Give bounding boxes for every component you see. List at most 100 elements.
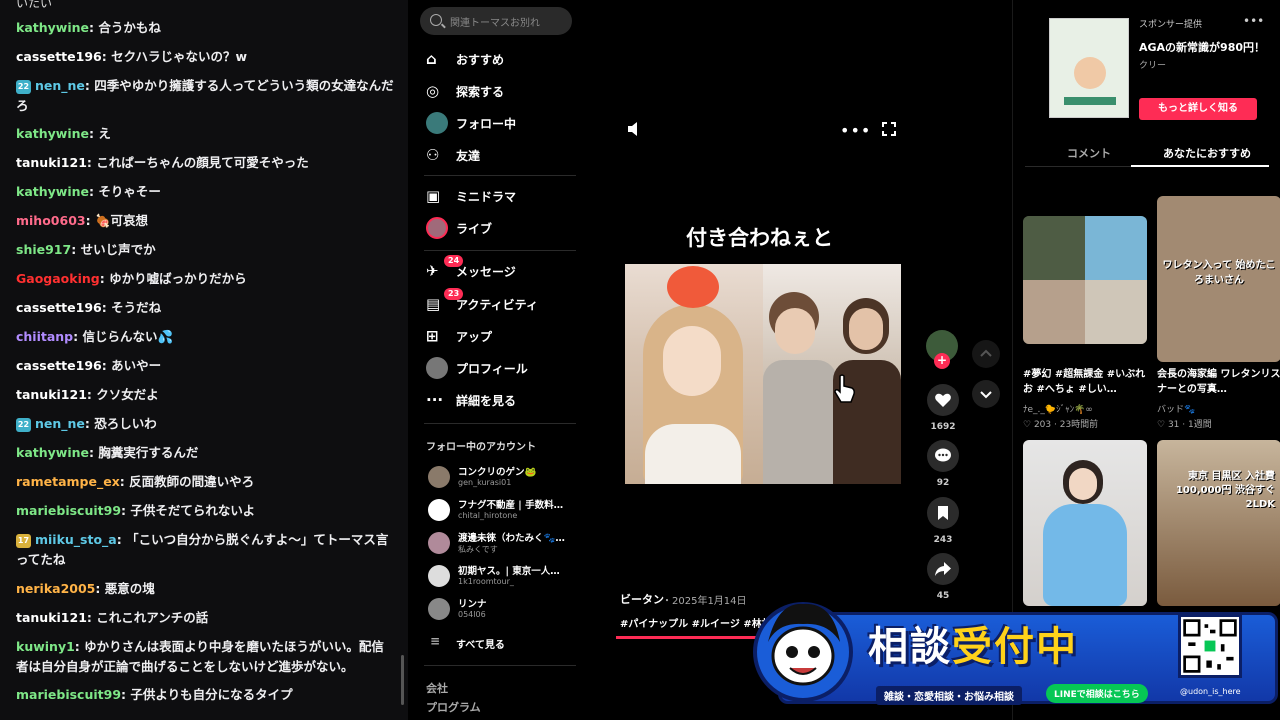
sidebar-divider [424, 665, 576, 666]
like-button[interactable]: 1692 [926, 384, 960, 432]
rec-thumbnail[interactable] [1023, 216, 1147, 344]
chat-username[interactable]: nerika2005 [16, 581, 95, 596]
chat-message: mariebiscuit99: 子供よりも自分になるタイプ [16, 685, 396, 705]
upload-icon: ⊞ [426, 327, 439, 345]
chat-message: Gaogaoking: ゆかり嘘ばっかりだから [16, 269, 396, 289]
chat-separator: : [95, 581, 105, 596]
chat-partial-line: いたい [16, 0, 53, 10]
sidebar-item[interactable]: ▣ ミニドラマ [424, 184, 574, 208]
rec-thumbnail[interactable]: 東京 目黒区 入社費 100,000円 渋谷すぐ 2LDK [1157, 440, 1280, 606]
chat-username[interactable]: nen_ne [35, 78, 85, 93]
chat-text: そりゃそー [98, 184, 161, 199]
chat-username[interactable]: kuwiny1 [16, 639, 75, 654]
comment-button[interactable]: 92 [926, 440, 960, 488]
chat-username[interactable]: shie917 [16, 242, 71, 257]
ad-learn-more-button[interactable]: もっと詳しく知る [1139, 98, 1257, 120]
chat-username[interactable]: cassette196 [16, 49, 102, 64]
heart-icon [935, 393, 951, 407]
chat-username[interactable]: tanuki121 [16, 387, 87, 402]
chat-message: mariebiscuit99: 子供そだてられないよ [16, 501, 396, 521]
sidebar-item-label: メッセージ [456, 265, 516, 279]
chat-username[interactable]: Gaogaoking [16, 271, 100, 286]
following-account[interactable]: 初期ヤス。| 東京一人… 1k1roomtour_ [426, 561, 576, 593]
following-account[interactable]: リンナ 054l06 [426, 594, 576, 626]
chat-separator: : [101, 358, 112, 373]
rec-title[interactable]: #夢幻 #超無課金 #いぶれお #へちょ #しい… [1023, 367, 1147, 397]
chat-username[interactable]: rametampe_ex [16, 474, 120, 489]
chat-username[interactable]: kathywine [16, 184, 89, 199]
active-tab-indicator [1131, 165, 1269, 167]
sidebar-item[interactable]: ✈ 24 メッセージ [424, 255, 574, 283]
footer-program[interactable]: プログラム [426, 699, 481, 715]
chat-separator: : [88, 126, 99, 141]
chat-username[interactable]: chiitanp [16, 329, 73, 344]
ad-title[interactable]: AGAの新常識が980円！ [1139, 39, 1265, 55]
footer-company[interactable]: 会社 [426, 680, 448, 696]
chat-text: せいじ声でか [80, 242, 156, 257]
video-author[interactable]: ビータン [620, 591, 664, 607]
sidebar-item-label: ミニドラマ [456, 190, 517, 204]
sidebar-item[interactable]: ⚇ 友達 [424, 143, 574, 167]
sidebar-divider [424, 423, 576, 424]
chat-username[interactable]: cassette196 [16, 358, 102, 373]
subscriber-badge-icon: 17 [16, 534, 31, 548]
volume-icon[interactable] [626, 120, 642, 138]
chat-text: 子供そだてられないよ [130, 503, 256, 518]
follow-plus-button[interactable]: + [934, 353, 950, 369]
save-count: 243 [933, 535, 953, 545]
chat-username[interactable]: kathywine [16, 20, 89, 35]
chat-scrollbar[interactable] [401, 655, 404, 705]
sidebar-item[interactable]: プロフィール [424, 356, 574, 380]
chat-username[interactable]: nen_ne [35, 416, 85, 431]
chat-username[interactable]: kathywine [16, 126, 89, 141]
video-frame-left[interactable] [625, 264, 763, 484]
mascot-character-icon [753, 602, 853, 702]
account-handle: chital_hirotone [458, 511, 518, 520]
banner-title: 相談受付中 [868, 624, 1078, 670]
chat-message: 22 nen_ne: 恐ろしいわ [16, 414, 396, 434]
chat-username[interactable]: tanuki121 [16, 155, 87, 170]
next-video-button[interactable] [972, 380, 1000, 408]
sidebar-item[interactable]: ▤ 23 アクティビティ [424, 288, 574, 316]
sidebar-item[interactable]: ··· 詳細を見る [424, 388, 574, 412]
rec-thumbnail[interactable] [1023, 440, 1147, 606]
fullscreen-icon[interactable] [882, 122, 896, 136]
account-avatar [428, 532, 450, 554]
sidebar-item[interactable]: ライブ [424, 216, 574, 240]
chat-message: rametampe_ex: 反面教師の間違いやろ [16, 472, 396, 492]
see-all-button[interactable]: ≡ すべて見る [424, 630, 574, 654]
tab-recommended[interactable]: あなたにおすすめ [1163, 145, 1251, 161]
sidebar-item[interactable]: ⊞ アップ [424, 324, 574, 348]
previous-video-button[interactable] [972, 340, 1000, 368]
ad-more-icon[interactable]: ••• [1243, 14, 1264, 28]
rec-title[interactable]: 会長の海家編 ワレタンリスナーとの写真… [1157, 367, 1280, 397]
save-button[interactable]: 243 [926, 497, 960, 545]
chat-username[interactable]: miiku_sto_a [35, 532, 117, 547]
sidebar-item[interactable]: ◎ 探索する [424, 79, 574, 103]
chat-username[interactable]: mariebiscuit99 [16, 687, 121, 702]
message-icon: ✈ [426, 262, 439, 280]
chat-username[interactable]: miho0603 [16, 213, 86, 228]
following-avatar-icon [426, 112, 448, 134]
rec-thumbnail[interactable]: ワレタン入って 始めたころまいさん [1157, 196, 1280, 362]
chat-username[interactable]: mariebiscuit99 [16, 503, 121, 518]
account-avatar [428, 598, 450, 620]
chat-message: miho0603: 🍖可哀想 [16, 211, 396, 231]
following-account[interactable]: コンクリのゲン🐸 gen_kurasi01 [426, 462, 576, 494]
like-count: 1692 [930, 422, 956, 432]
list-icon: ≡ [430, 634, 441, 648]
chat-username[interactable]: tanuki121 [16, 610, 87, 625]
following-account[interactable]: フナグ不動産 | 手数料… chital_hirotone [426, 495, 576, 527]
more-options-icon[interactable]: ••• [840, 121, 871, 140]
banner-subtitle: 雑談・恋愛相談・お悩み相談 [876, 686, 1022, 705]
chat-username[interactable]: cassette196 [16, 300, 102, 315]
ad-thumbnail[interactable] [1049, 18, 1129, 118]
sidebar-item[interactable]: フォロー中 [424, 111, 574, 135]
rec-author[interactable]: バッド🐾 [1157, 402, 1195, 415]
tab-comments[interactable]: コメント [1067, 145, 1111, 161]
rec-author[interactable]: ﾅe_._🐤ｼﾞｬﾝ🌴∞ [1023, 402, 1093, 415]
following-account[interactable]: 渡邊未徠（わたみく🐾… 私みくです [426, 528, 576, 560]
chat-username[interactable]: kathywine [16, 445, 89, 460]
search-input[interactable]: 関連トーマスお別れ [420, 7, 572, 35]
sidebar-item[interactable]: ⌂ おすすめ [424, 47, 574, 71]
